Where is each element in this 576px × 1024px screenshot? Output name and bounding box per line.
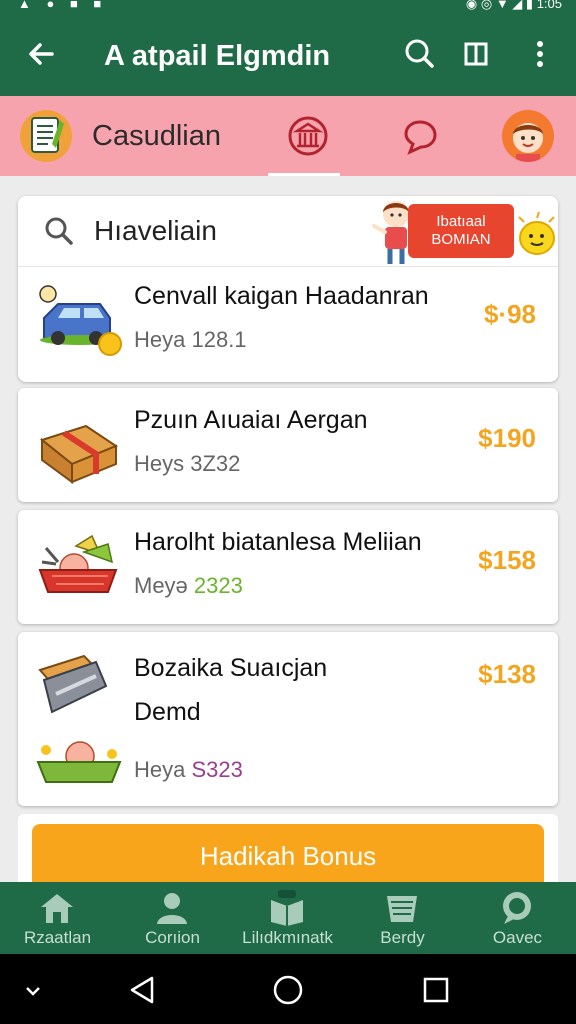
nav-label: Rzaatlan [23, 928, 92, 947]
status-time: ◉ ◎ ▼ ◢ ▮ 1:05 [466, 0, 562, 10]
nav-item-home[interactable]: Rzaatlan [0, 882, 115, 954]
book-icon [271, 890, 303, 926]
nav-item-basket[interactable]: Berdy [345, 882, 460, 954]
signal-icons: ◉ ◎ ▼ ◢ ▮ [465, 0, 537, 11]
promo-line-2: BOMIAN [431, 231, 491, 248]
clock: 1:05 [536, 0, 562, 11]
person-icon [157, 893, 187, 924]
temple-icon[interactable] [286, 114, 330, 158]
search-input[interactable]: Hıaveliain [94, 212, 217, 250]
promo-banner[interactable]: Ibatıaal BOMIAN [370, 196, 556, 266]
search-bar[interactable]: Hıaveliain Ibatıaal BOMIAN [18, 196, 558, 267]
chat-bubble-icon[interactable] [398, 114, 442, 158]
produce-basket-icon [36, 528, 126, 608]
search-icon[interactable] [400, 34, 440, 74]
item-price: $138 [478, 659, 536, 689]
item-subtitle: Heya 128.1 [134, 326, 247, 354]
gift-box-icon [36, 406, 126, 486]
notebook-icon[interactable] [20, 110, 72, 162]
home-icon [41, 894, 73, 923]
bonus-button[interactable]: Hadikah Bonus [32, 824, 544, 888]
item-subtitle-value: S323 [191, 757, 243, 782]
back-triangle-icon[interactable] [124, 972, 160, 1008]
avatar[interactable] [502, 110, 554, 162]
home-circle-icon[interactable] [270, 972, 306, 1008]
car-icon [36, 282, 126, 362]
item-subtitle-label: Heya [134, 327, 186, 352]
search-icon [42, 214, 76, 248]
item-title: Bozaika Suaıcjan [134, 654, 328, 682]
list-item[interactable]: Pzuın Aıuaiaı Aergan Heys 3Z32 $190 [18, 388, 558, 502]
app-bar: A atpail Elgmdin [0, 14, 576, 96]
list-item[interactable]: Harolht biatanlesa Meliian Meyə 2323 $15… [18, 510, 558, 624]
item-subtitle-value: 3Z32 [190, 451, 241, 476]
item-price: $190 [478, 423, 536, 453]
bottom-navigation: Rzaatlan Corıion Lilıdkmınatk Berdy Oave… [0, 882, 576, 954]
promo-badge: Ibatıaal BOMIAN [408, 204, 514, 258]
nav-item-chat[interactable]: Oavec [460, 882, 575, 954]
nav-label: Corıion [145, 928, 200, 947]
recents-square-icon[interactable] [418, 972, 454, 1008]
nav-item-library[interactable]: Lilıdkmınatk [230, 882, 345, 954]
search-results-card: Hıaveliain Ibatıaal BOMIAN Cenvall kaiga… [18, 196, 558, 382]
chevron-down-icon[interactable] [18, 976, 48, 1006]
list-item[interactable]: Bozaika Suaıcjan Demd Heya S323 $138 [18, 632, 558, 806]
item-price: $158 [478, 545, 536, 575]
item-subtitle: Heys 3Z32 [134, 450, 240, 478]
active-tab-indicator [268, 173, 340, 176]
back-arrow-icon[interactable] [22, 34, 62, 74]
item-subtitle-value: 128.1 [191, 327, 247, 352]
nav-label: Lilıdkmınatk [242, 928, 333, 947]
item-title-line-2: Demd [134, 698, 201, 726]
list-item[interactable]: Cenvall kaigan Haadanran Heya 128.1 $·98 [18, 266, 558, 382]
item-subtitle-label: Meyə [134, 573, 188, 598]
item-price: $·98 [483, 299, 536, 329]
nav-item-profile[interactable]: Corıion [115, 882, 230, 954]
lemon-mascot-icon [518, 211, 555, 255]
layout-toggle-icon[interactable] [456, 34, 496, 74]
nav-label: Berdy [380, 928, 425, 947]
item-title: Pzuın Aıuaiaı Aergan [134, 406, 368, 434]
item-subtitle: Heya S323 [134, 756, 243, 784]
category-tabs: Casudlian [0, 96, 576, 176]
basket-icon [387, 896, 417, 922]
tab-label-primary[interactable]: Casudlian [92, 118, 221, 154]
page-title: A atpail Elgmdin [104, 40, 331, 72]
item-subtitle-value: 2323 [193, 573, 243, 598]
chat-icon [503, 892, 531, 924]
nav-label: Oavec [492, 928, 543, 947]
item-subtitle-label: Heys [134, 451, 185, 476]
item-subtitle-label: Heya [134, 757, 186, 782]
gift-and-basket-icon [36, 650, 126, 790]
item-subtitle: Meyə 2323 [134, 572, 243, 600]
promo-line-1: Ibatıaal [436, 213, 486, 230]
item-title: Harolht biatanlesa Meliian [134, 528, 422, 556]
status-bar: ▲ ● ■ ■ ◉ ◎ ▼ ◢ ▮ 1:05 [0, 0, 576, 14]
item-title: Cenvall kaigan Haadanran [134, 282, 429, 310]
notification-icons: ▲ ● ■ ■ [18, 0, 108, 11]
system-navigation-bar [0, 954, 576, 1024]
more-options-icon[interactable] [520, 34, 560, 74]
